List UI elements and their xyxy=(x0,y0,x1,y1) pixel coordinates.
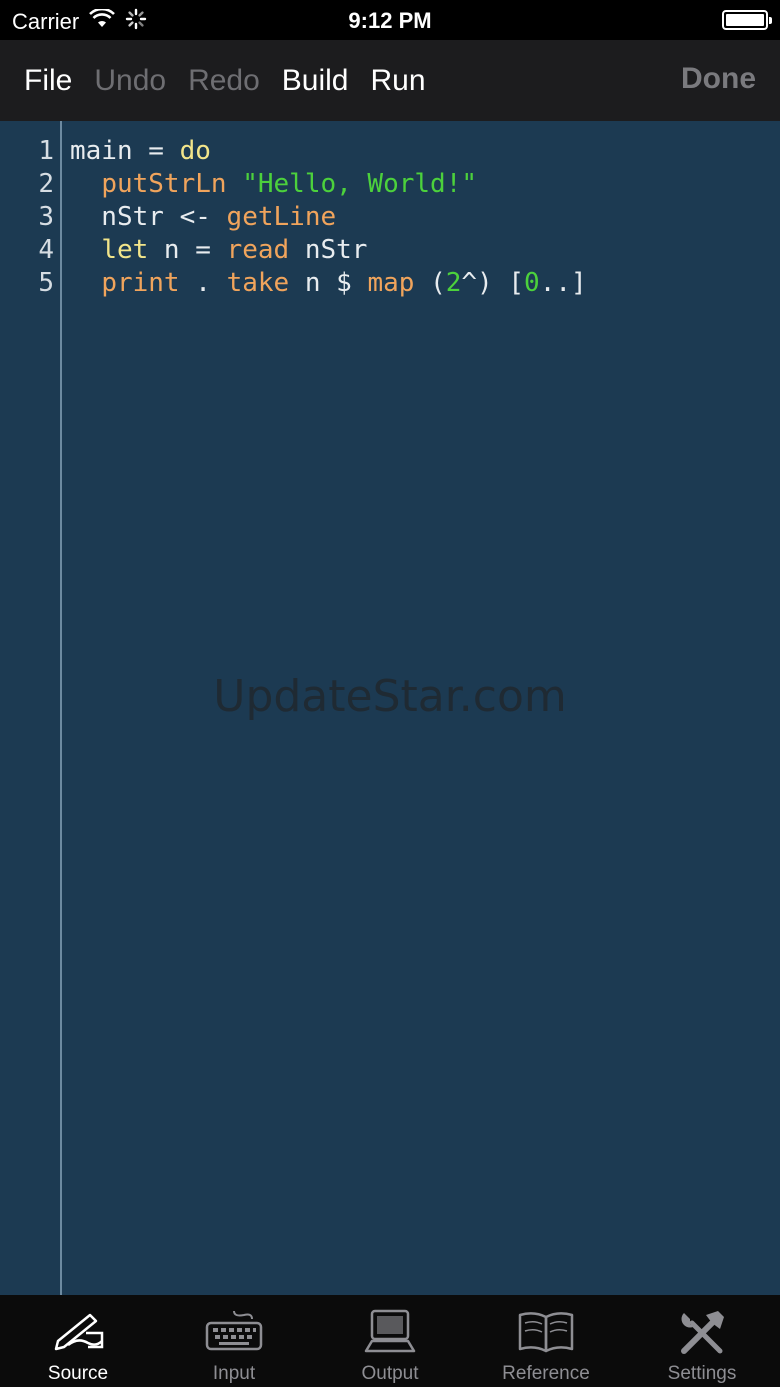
line-number: 4 xyxy=(38,235,54,265)
tab-label: Source xyxy=(47,1363,109,1384)
file-button[interactable]: File xyxy=(24,64,72,98)
tab-input[interactable]: Input xyxy=(156,1295,312,1387)
redo-button[interactable]: Redo xyxy=(188,64,260,98)
done-button[interactable]: Done xyxy=(681,62,756,96)
tab-label: Input xyxy=(212,1363,256,1384)
tab-reference[interactable]: Reference xyxy=(468,1295,624,1387)
code-token: print xyxy=(101,268,180,298)
code-token: n = xyxy=(148,235,227,265)
battery-icon xyxy=(722,10,772,30)
code-token: nStr <- xyxy=(70,202,227,232)
line-number: 3 xyxy=(38,202,54,232)
source-icon xyxy=(54,1313,104,1351)
book-icon xyxy=(518,1312,574,1353)
code-token: 0 xyxy=(524,268,540,298)
status-time: 9:12 PM xyxy=(348,8,432,33)
line-number: 2 xyxy=(38,169,54,199)
code-token: ^) [ xyxy=(461,268,525,298)
code-token: n $ xyxy=(289,268,368,298)
tab-label: Reference xyxy=(502,1363,590,1384)
tab-label: Settings xyxy=(667,1363,737,1384)
tab-settings[interactable]: Settings xyxy=(624,1295,780,1387)
tab-source[interactable]: Source xyxy=(0,1295,156,1387)
tab-label: Output xyxy=(361,1363,419,1384)
line-number: 5 xyxy=(38,268,54,298)
code-token: take xyxy=(226,268,290,298)
undo-button[interactable]: Undo xyxy=(94,64,166,98)
tab-bar: Source Input Output Reference Settings xyxy=(0,1295,780,1387)
code-line[interactable]: nStr <- getLine xyxy=(70,201,587,234)
code-token: do xyxy=(179,136,211,166)
computer-icon xyxy=(364,1309,416,1353)
status-bar: Carrier 9:12 PM xyxy=(0,0,780,40)
code-token: map xyxy=(367,268,415,298)
code-token: getLine xyxy=(226,202,337,232)
code-token: read xyxy=(226,235,290,265)
build-button[interactable]: Build xyxy=(282,64,349,98)
tab-output[interactable]: Output xyxy=(312,1295,468,1387)
code-token: nStr xyxy=(289,235,368,265)
line-number: 1 xyxy=(38,136,54,166)
code-token: . xyxy=(179,268,227,298)
code-token: main = xyxy=(70,136,180,166)
code-token: 2 xyxy=(445,268,462,298)
code-token: putStrLn xyxy=(101,169,227,199)
code-line[interactable]: main = do xyxy=(70,135,587,168)
watermark: UpdateStar.com xyxy=(213,671,567,722)
source-code[interactable]: main = do putStrLn "Hello, World!" nStr … xyxy=(70,135,587,300)
editor-toolbar: File Undo Redo Build Run Done xyxy=(0,40,780,121)
code-line[interactable]: putStrLn "Hello, World!" xyxy=(70,168,587,201)
code-editor[interactable]: 1 2 3 4 5 main = do putStrLn "Hello, Wor… xyxy=(0,121,780,1295)
code-token: ( xyxy=(414,268,446,298)
line-numbers: 1 2 3 4 5 xyxy=(0,135,54,300)
run-button[interactable]: Run xyxy=(371,64,426,98)
code-token: let xyxy=(101,235,149,265)
tools-icon xyxy=(681,1311,724,1354)
code-token: ..] xyxy=(539,268,587,298)
code-line[interactable]: print . take n $ map (2^) [0..] xyxy=(70,267,587,300)
keyboard-icon xyxy=(205,1310,263,1351)
code-line[interactable]: let n = read nStr xyxy=(70,234,587,267)
code-token: "Hello, World!" xyxy=(242,169,478,199)
